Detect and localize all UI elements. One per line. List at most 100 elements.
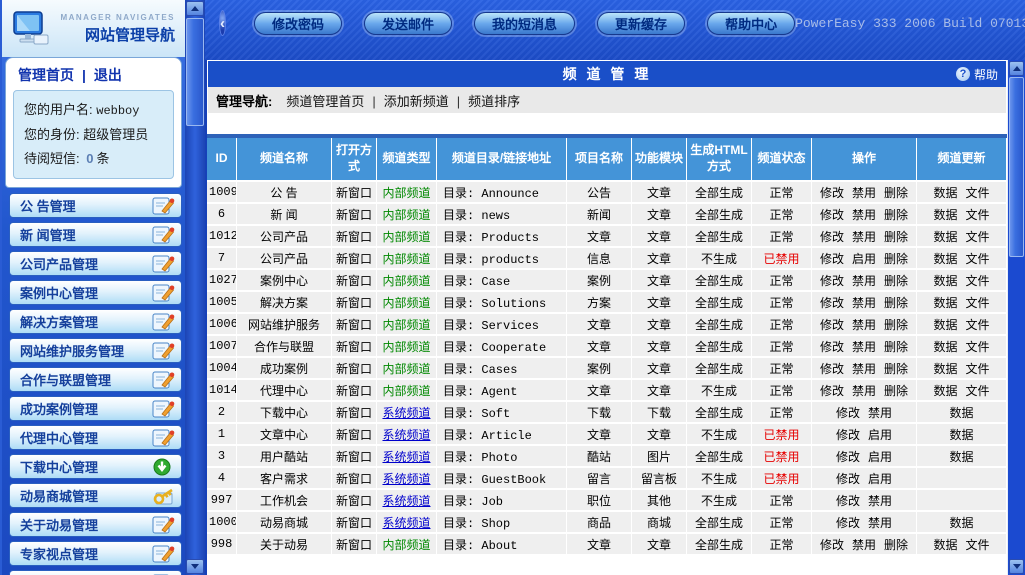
update-data-link[interactable]: 数据 <box>949 450 973 464</box>
disable-link[interactable]: 禁用 <box>868 516 892 530</box>
update-data-link[interactable]: 数据 <box>933 384 957 398</box>
toolbar-button[interactable]: 修改密码 <box>254 12 342 35</box>
nav-link[interactable]: 添加新频道 <box>384 94 449 109</box>
cell-channel-type[interactable]: 系统频道 <box>377 512 437 534</box>
update-data-link[interactable]: 数据 <box>933 230 957 244</box>
edit-link[interactable]: 修改 <box>836 494 860 508</box>
update-data-link[interactable]: 数据 <box>933 538 957 552</box>
delete-link[interactable]: 删除 <box>884 186 908 200</box>
content-scrollbar[interactable] <box>1007 60 1025 575</box>
cell-channel-type[interactable]: 系统频道 <box>377 424 437 446</box>
delete-link[interactable]: 删除 <box>884 230 908 244</box>
sidebar-item[interactable]: 案例中心管理 <box>9 280 182 305</box>
update-file-link[interactable]: 文件 <box>966 296 990 310</box>
enable-link[interactable]: 启用 <box>868 450 892 464</box>
back-button[interactable]: ‹ <box>219 10 226 36</box>
delete-link[interactable]: 删除 <box>884 538 908 552</box>
scroll-up-icon[interactable] <box>186 1 204 16</box>
delete-link[interactable]: 删除 <box>884 384 908 398</box>
nav-link[interactable]: 频道排序 <box>468 94 520 109</box>
update-file-link[interactable]: 文件 <box>966 274 990 288</box>
update-data-link[interactable]: 数据 <box>933 362 957 376</box>
edit-link[interactable]: 修改 <box>836 472 860 486</box>
admin-home-link[interactable]: 管理首页 <box>18 67 74 83</box>
sidebar-item[interactable]: 专家视点管理 <box>9 541 182 566</box>
cell-channel-type[interactable]: 系统频道 <box>377 468 437 490</box>
edit-link[interactable]: 修改 <box>820 538 844 552</box>
edit-link[interactable]: 修改 <box>836 450 860 464</box>
scroll-down-icon[interactable] <box>186 559 204 574</box>
sidebar-item[interactable]: 公 告管理 <box>9 193 182 218</box>
edit-link[interactable]: 修改 <box>820 274 844 288</box>
edit-link[interactable]: 修改 <box>820 340 844 354</box>
sidebar-item[interactable]: 解决方案管理 <box>9 309 182 334</box>
update-file-link[interactable]: 文件 <box>966 252 990 266</box>
update-data-link[interactable]: 数据 <box>933 340 957 354</box>
update-data-link[interactable]: 数据 <box>933 208 957 222</box>
enable-link[interactable]: 启用 <box>852 252 876 266</box>
update-file-link[interactable]: 文件 <box>966 318 990 332</box>
update-data-link[interactable]: 数据 <box>933 296 957 310</box>
sidebar-item[interactable]: 新 闻管理 <box>9 222 182 247</box>
delete-link[interactable]: 删除 <box>884 296 908 310</box>
disable-link[interactable]: 禁用 <box>868 406 892 420</box>
update-file-link[interactable]: 文件 <box>966 384 990 398</box>
update-data-link[interactable]: 数据 <box>949 406 973 420</box>
disable-link[interactable]: 禁用 <box>852 362 876 376</box>
delete-link[interactable]: 删除 <box>884 208 908 222</box>
sidebar-item[interactable]: 下载中心管理 <box>9 454 182 479</box>
scroll-up-icon[interactable] <box>1009 61 1024 76</box>
disable-link[interactable]: 禁用 <box>852 274 876 288</box>
edit-link[interactable]: 修改 <box>836 428 860 442</box>
update-data-link[interactable]: 数据 <box>949 428 973 442</box>
delete-link[interactable]: 删除 <box>884 252 908 266</box>
sidebar-item[interactable]: 动易商城管理 <box>9 483 182 508</box>
sidebar-item[interactable]: 关于动易管理 <box>9 512 182 537</box>
toolbar-button[interactable]: 帮助中心 <box>707 12 795 35</box>
help-button[interactable]: ? 帮助 <box>956 66 998 83</box>
edit-link[interactable]: 修改 <box>820 318 844 332</box>
toolbar-button[interactable]: 更新缓存 <box>597 12 685 35</box>
edit-link[interactable]: 修改 <box>820 362 844 376</box>
cell-channel-type[interactable]: 系统频道 <box>377 446 437 468</box>
update-data-link[interactable]: 数据 <box>949 516 973 530</box>
disable-link[interactable]: 禁用 <box>868 494 892 508</box>
edit-link[interactable]: 修改 <box>836 516 860 530</box>
disable-link[interactable]: 禁用 <box>852 186 876 200</box>
logout-link[interactable]: 退出 <box>94 67 122 83</box>
delete-link[interactable]: 删除 <box>884 340 908 354</box>
disable-link[interactable]: 禁用 <box>852 384 876 398</box>
edit-link[interactable]: 修改 <box>820 384 844 398</box>
disable-link[interactable]: 禁用 <box>852 318 876 332</box>
delete-link[interactable]: 删除 <box>884 362 908 376</box>
sidebar-item[interactable]: 合作与联盟管理 <box>9 367 182 392</box>
scrollbar-thumb[interactable] <box>186 18 204 126</box>
disable-link[interactable]: 禁用 <box>852 208 876 222</box>
update-file-link[interactable]: 文件 <box>966 208 990 222</box>
update-file-link[interactable]: 文件 <box>966 340 990 354</box>
sidebar-item[interactable]: 2006演示管理 <box>9 570 182 575</box>
sidebar-item[interactable]: 网站维护服务管理 <box>9 338 182 363</box>
update-file-link[interactable]: 文件 <box>966 230 990 244</box>
update-data-link[interactable]: 数据 <box>933 318 957 332</box>
cell-channel-type[interactable]: 系统频道 <box>377 402 437 424</box>
edit-link[interactable]: 修改 <box>820 230 844 244</box>
update-file-link[interactable]: 文件 <box>966 538 990 552</box>
update-data-link[interactable]: 数据 <box>933 274 957 288</box>
edit-link[interactable]: 修改 <box>820 208 844 222</box>
edit-link[interactable]: 修改 <box>820 252 844 266</box>
toolbar-button[interactable]: 我的短消息 <box>474 12 575 35</box>
enable-link[interactable]: 启用 <box>868 428 892 442</box>
update-file-link[interactable]: 文件 <box>966 186 990 200</box>
toolbar-button[interactable]: 发送邮件 <box>364 12 452 35</box>
edit-link[interactable]: 修改 <box>820 296 844 310</box>
delete-link[interactable]: 删除 <box>884 318 908 332</box>
enable-link[interactable]: 启用 <box>868 472 892 486</box>
update-file-link[interactable]: 文件 <box>966 362 990 376</box>
edit-link[interactable]: 修改 <box>820 186 844 200</box>
edit-link[interactable]: 修改 <box>836 406 860 420</box>
disable-link[interactable]: 禁用 <box>852 230 876 244</box>
disable-link[interactable]: 禁用 <box>852 340 876 354</box>
cell-channel-type[interactable]: 系统频道 <box>377 490 437 512</box>
nav-link[interactable]: 频道管理首页 <box>286 94 364 109</box>
